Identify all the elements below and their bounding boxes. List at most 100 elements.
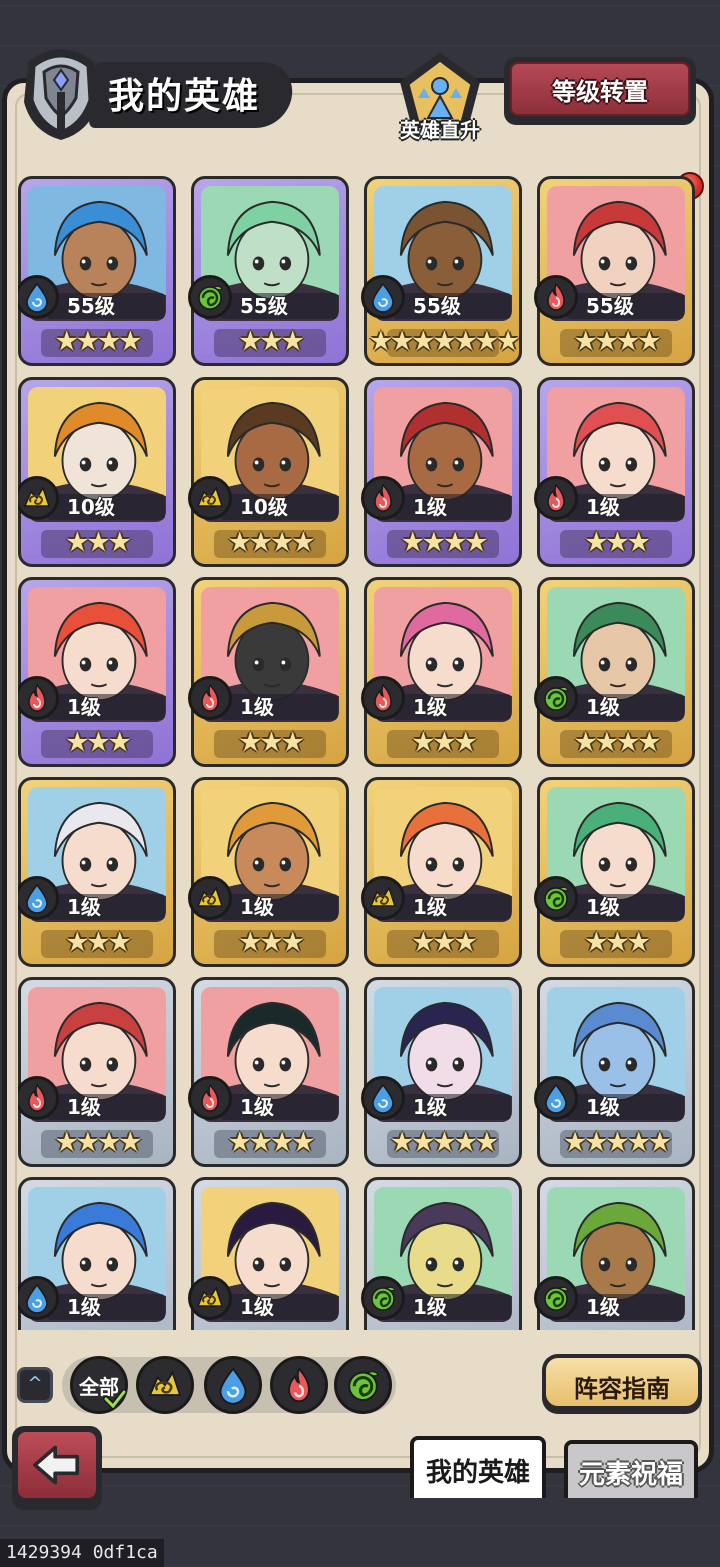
filter-nature-icon[interactable] xyxy=(334,1356,392,1414)
hero-stars: ★★★★★★★ xyxy=(368,326,520,357)
hero-card[interactable]: 1级 ★★★ xyxy=(361,777,522,967)
hero-direct-up-label: 英雄直升 xyxy=(400,118,480,142)
hero-level: 1级 xyxy=(67,895,101,919)
lineup-guide-label: 阵容指南 xyxy=(574,1375,670,1403)
hero-card[interactable]: 1级 ★★★★★ xyxy=(534,977,695,1167)
hero-card[interactable]: 1级 ★★★ xyxy=(361,1177,522,1330)
back-arrow-icon xyxy=(33,1445,80,1485)
nature-element-icon xyxy=(361,1276,405,1320)
level-strip xyxy=(566,1294,684,1320)
nature-element-icon xyxy=(534,1276,578,1320)
hero-card[interactable]: 1级 ★★★ xyxy=(18,577,176,767)
hero-card[interactable]: 1级 ★★★ xyxy=(188,577,349,767)
earth-element-icon xyxy=(188,476,232,520)
earth-element-icon xyxy=(188,876,232,920)
back-button[interactable] xyxy=(12,1426,102,1510)
earth-element-icon xyxy=(18,476,59,520)
tab-my-heroes[interactable]: 我的英雄 xyxy=(410,1436,546,1498)
hero-card[interactable]: 1级 ★★★ xyxy=(18,1177,176,1330)
hero-stars: ★★★ xyxy=(65,927,132,958)
hero-card[interactable]: 1级 ★★★★ xyxy=(534,577,695,767)
hero-level: 1级 xyxy=(413,895,447,919)
fire-element-icon xyxy=(534,275,578,319)
level-strip xyxy=(47,1294,165,1320)
filter-fire-icon[interactable] xyxy=(270,1356,328,1414)
tab-my-heroes-label: 我的英雄 xyxy=(425,1458,530,1488)
hero-card[interactable]: 1级 ★★★ xyxy=(534,377,695,567)
level-strip xyxy=(47,694,165,720)
back-button-face xyxy=(18,1432,96,1498)
level-strip xyxy=(47,1094,165,1120)
tab-element-blessing-label: 元素祝福 xyxy=(578,1460,683,1490)
hero-stars: ★★★★★ xyxy=(562,1127,672,1158)
hero-card[interactable]: 55级 ★★★★ xyxy=(18,176,176,366)
hero-card[interactable]: 55级 ★★★★ xyxy=(534,176,695,366)
nature-element-icon xyxy=(534,876,578,920)
level-strip xyxy=(566,694,684,720)
hero-level: 1级 xyxy=(586,895,620,919)
hero-card[interactable]: 55级 ★★★ xyxy=(188,176,349,366)
hero-level: 1级 xyxy=(413,1295,447,1319)
hero-card[interactable]: 1级 ★★★★★ xyxy=(361,977,522,1167)
hero-level: 1级 xyxy=(413,695,447,719)
level-strip xyxy=(566,1094,684,1120)
hero-stars: ★★★ xyxy=(367,1326,519,1330)
filter-all-button[interactable]: 全部 xyxy=(70,1356,128,1414)
hero-level: 10级 xyxy=(240,495,288,519)
hero-card[interactable]: 1级 ★★★★ xyxy=(361,377,522,567)
hero-level: 1级 xyxy=(240,695,274,719)
watermark-text: 1429394 0df1ca xyxy=(0,1539,164,1567)
lineup-guide-face: 阵容指南 xyxy=(546,1358,698,1406)
hero-level: 55级 xyxy=(67,294,115,318)
hero-stars: ★★★★ xyxy=(573,326,662,357)
hero-card[interactable]: 1级 ★★★ xyxy=(188,777,349,967)
hero-card[interactable]: 55级 ★★★★★★★ xyxy=(361,176,522,366)
hero-card[interactable]: 1级 ★★★★ xyxy=(188,977,349,1167)
level-strip xyxy=(47,894,165,920)
nature-element-icon xyxy=(534,676,578,720)
water-element-icon xyxy=(361,275,405,319)
hero-stars: ★★★ xyxy=(411,727,478,758)
fire-element-icon xyxy=(534,476,578,520)
hero-stars: ★★★★ xyxy=(573,727,662,758)
level-strip xyxy=(566,894,684,920)
hero-level: 1级 xyxy=(240,1095,274,1119)
hero-card[interactable]: 10级 ★★★★ xyxy=(188,377,349,567)
level-strip xyxy=(393,1294,511,1320)
hero-level: 55级 xyxy=(240,294,288,318)
earth-element-icon xyxy=(361,876,405,920)
level-reset-button[interactable]: 等级转置 xyxy=(504,57,696,125)
water-element-icon xyxy=(534,1076,578,1120)
hero-level: 1级 xyxy=(67,1295,101,1319)
fire-element-icon xyxy=(188,1076,232,1120)
hero-stars: ★★★★ xyxy=(54,326,143,357)
level-strip xyxy=(393,1094,511,1120)
filter-water-icon[interactable] xyxy=(204,1356,262,1414)
hero-level: 1级 xyxy=(240,895,274,919)
hero-level: 55级 xyxy=(586,294,634,318)
collapse-chevron-up-icon[interactable]: ^ xyxy=(17,1367,53,1403)
hero-stars: ★★★ xyxy=(21,1326,173,1330)
tab-element-blessing[interactable]: 元素祝福 xyxy=(564,1440,698,1498)
hero-card[interactable]: 10级 ★★★ xyxy=(18,377,176,567)
level-reset-label: 等级转置 xyxy=(552,78,648,106)
hero-level: 1级 xyxy=(67,1095,101,1119)
hero-card[interactable]: 1级 ★★★ xyxy=(361,577,522,767)
lineup-guide-button[interactable]: 阵容指南 xyxy=(542,1354,702,1414)
hero-grid: 55级 ★★★★ 55级 ★★★ 55级 ★★★★★★★ 55级 ★★★★ 10… xyxy=(18,176,702,1330)
hero-level: 1级 xyxy=(586,1295,620,1319)
hero-card[interactable]: 1级 ★★★ xyxy=(534,777,695,967)
hero-stars: ★★★ xyxy=(238,927,305,958)
hero-card[interactable]: 1级 ★★★ xyxy=(534,1177,695,1330)
hero-card[interactable]: 1级 ★★★ xyxy=(188,1177,349,1330)
hero-level: 1级 xyxy=(413,1095,447,1119)
level-strip xyxy=(220,1294,338,1320)
hero-stars: ★★★ xyxy=(238,326,305,357)
hero-stars: ★★★ xyxy=(540,1326,692,1330)
hero-card[interactable]: 1级 ★★★★ xyxy=(18,977,176,1167)
filter-earth-icon[interactable] xyxy=(136,1356,194,1414)
hero-card[interactable]: 1级 ★★★ xyxy=(18,777,176,967)
hero-level: 1级 xyxy=(240,1295,274,1319)
hero-stars: ★★★ xyxy=(238,727,305,758)
hero-level: 1级 xyxy=(586,495,620,519)
